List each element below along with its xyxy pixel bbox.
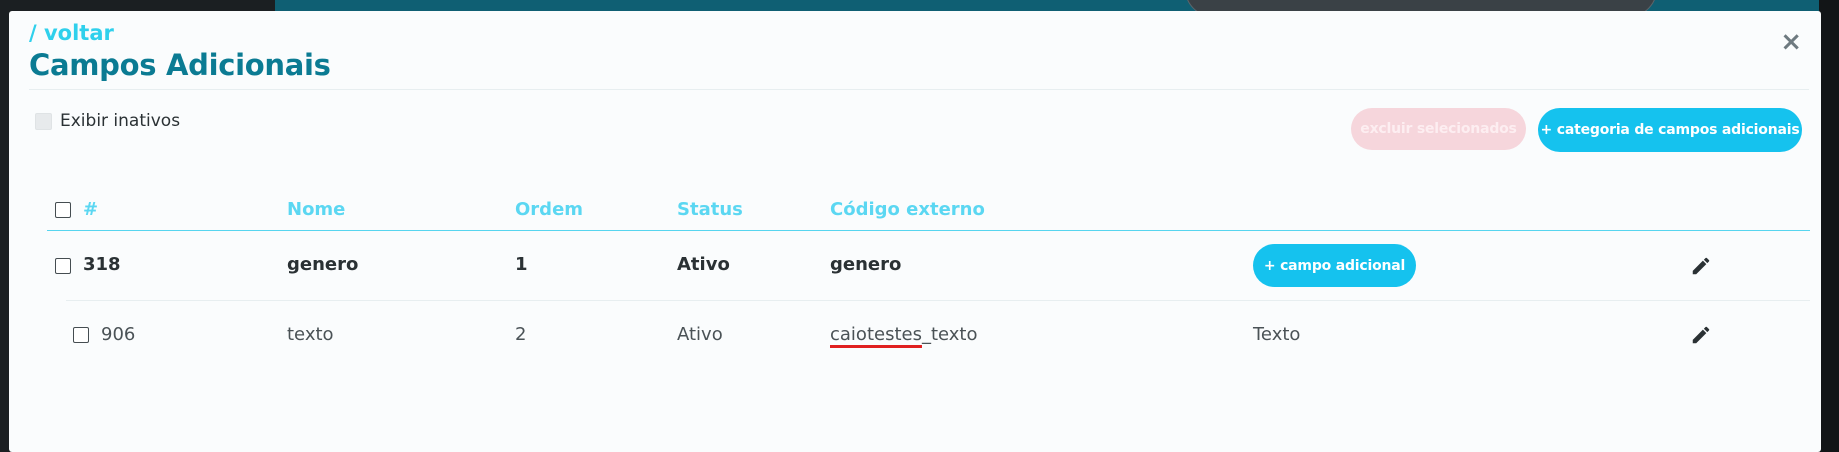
column-header-status[interactable]: Status: [677, 199, 743, 220]
back-link[interactable]: / voltar: [29, 21, 114, 45]
column-header-id[interactable]: #: [83, 199, 98, 220]
field-id: 906: [101, 324, 136, 345]
row-checkbox[interactable]: [73, 327, 89, 343]
misspelled-word: caiotestes: [830, 324, 922, 345]
column-header-external-code[interactable]: Código externo: [830, 199, 985, 220]
category-order: 1: [515, 254, 528, 275]
show-inactive-checkbox[interactable]: [35, 112, 52, 130]
page-title: Campos Adicionais: [29, 48, 331, 82]
category-name: genero: [287, 254, 359, 275]
field-name: texto: [287, 324, 334, 345]
column-header-order[interactable]: Ordem: [515, 199, 583, 220]
row-checkbox[interactable]: [55, 258, 71, 274]
add-field-button[interactable]: + campo adicional: [1253, 244, 1416, 287]
table-header-divider: [47, 230, 1810, 231]
add-category-button[interactable]: + categoria de campos adicionais: [1538, 108, 1802, 152]
close-icon[interactable]: ×: [1780, 29, 1802, 55]
field-status: Ativo: [677, 324, 723, 345]
external-code-suffix: _texto: [921, 324, 978, 345]
background-edge: [1819, 0, 1839, 452]
show-inactive-label: Exibir inativos: [60, 111, 181, 131]
row-divider: [66, 300, 1810, 301]
column-header-name[interactable]: Nome: [287, 199, 345, 220]
pencil-icon[interactable]: [1690, 324, 1712, 346]
category-id: 318: [83, 254, 121, 275]
pencil-icon[interactable]: [1690, 255, 1712, 277]
select-all-checkbox[interactable]: [55, 202, 71, 218]
header-divider: [29, 89, 1809, 90]
category-external-code: genero: [830, 254, 902, 275]
show-inactive-filter[interactable]: Exibir inativos: [35, 111, 180, 131]
field-external-code: caiotestes_texto: [830, 324, 978, 345]
additional-fields-modal: / voltar Campos Adicionais × Exibir inat…: [9, 11, 1821, 452]
field-type: Texto: [1253, 324, 1301, 345]
field-order: 2: [515, 324, 527, 345]
category-status: Ativo: [677, 254, 730, 275]
delete-selected-button[interactable]: excluir selecionados: [1351, 108, 1526, 150]
